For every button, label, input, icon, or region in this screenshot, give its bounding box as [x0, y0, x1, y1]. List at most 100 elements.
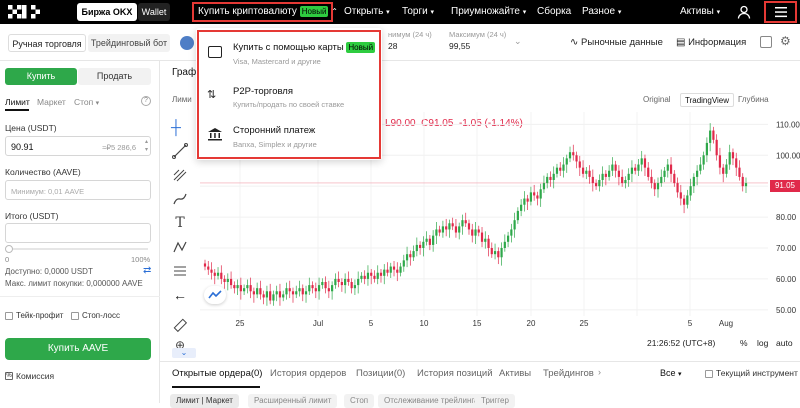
- y-tick-label: 60.00: [776, 275, 797, 284]
- candle-body: [399, 266, 402, 273]
- candle-body: [611, 164, 614, 171]
- candle-body: [278, 291, 282, 298]
- candle-body: [741, 176, 744, 187]
- candle-body: [282, 294, 285, 298]
- filter-all-label: Все: [660, 368, 676, 378]
- candle-body: [471, 229, 474, 236]
- chevron-down-icon: ▾: [678, 371, 682, 378]
- tab-trading-bots[interactable]: Трейдингов: [543, 368, 594, 379]
- candle-body: [536, 195, 539, 199]
- chip-stop[interactable]: Стоп: [344, 394, 375, 408]
- candle-body: [624, 180, 627, 184]
- tradingview-logo[interactable]: [204, 286, 226, 304]
- candle-body: [653, 183, 656, 190]
- candle-body: [233, 285, 236, 289]
- candle-body: [699, 164, 702, 171]
- candle-body: [301, 288, 304, 295]
- current-instrument-checkbox[interactable]: [705, 370, 713, 378]
- tab-position-history[interactable]: История позиций: [417, 368, 493, 379]
- candle-body: [614, 164, 617, 171]
- candle-body: [738, 167, 741, 177]
- candle-body: [223, 278, 226, 282]
- candle-body: [546, 176, 549, 184]
- candle-body: [559, 167, 562, 171]
- chip-trigger[interactable]: Триггер: [475, 394, 515, 408]
- candle-body: [539, 189, 542, 199]
- tab-assets[interactable]: Активы: [499, 368, 531, 379]
- candle-body: [572, 152, 575, 156]
- candle-body: [350, 282, 353, 289]
- active-tab-indicator: [172, 386, 260, 388]
- chip-trailing[interactable]: Отслеживание трейлинга: [378, 394, 485, 408]
- percent-scale-toggle[interactable]: %: [740, 338, 748, 348]
- candle-body: [265, 291, 269, 298]
- candle-body: [735, 158, 738, 168]
- orders-panel: Открытые ордера(0) История ордеров Позиц…: [160, 361, 800, 408]
- candle-body: [422, 241, 425, 248]
- candle-body: [291, 291, 295, 295]
- x-tick-label: 20: [527, 319, 536, 328]
- candle-body: [637, 164, 640, 171]
- candle-body: [386, 269, 389, 273]
- y-tick-label: 80.00: [776, 213, 797, 222]
- candle-body: [696, 170, 699, 177]
- x-tick-label: 5: [369, 319, 374, 328]
- tab-positions[interactable]: Позиции(0): [356, 368, 405, 379]
- candle-body: [578, 161, 581, 168]
- candle-body: [575, 155, 578, 162]
- candle-body: [340, 282, 343, 286]
- candle-body: [383, 269, 386, 276]
- candle-body: [415, 244, 418, 252]
- chevron-right-icon[interactable]: ›: [598, 367, 601, 377]
- candle-body: [731, 152, 735, 159]
- tab-open-orders[interactable]: Открытые ордера(0): [172, 368, 262, 379]
- candle-body: [715, 139, 718, 156]
- x-tick-label: Jul: [313, 319, 323, 328]
- candle-body: [526, 198, 529, 202]
- candle-body: [647, 167, 650, 177]
- candle-body: [252, 291, 255, 295]
- candle-body: [490, 248, 493, 255]
- candle-body: [220, 272, 223, 279]
- candle-body: [458, 226, 461, 233]
- x-tick-label: 5: [688, 319, 693, 328]
- tab-order-history[interactable]: История ордеров: [270, 368, 346, 379]
- candle-body: [520, 204, 523, 211]
- chip-advanced-limit[interactable]: Расширенный лимит: [248, 394, 338, 408]
- y-tick-label: 100.00: [776, 151, 800, 160]
- candle-body: [207, 266, 210, 270]
- y-tick-label: 110.00: [776, 120, 800, 129]
- candle-body: [324, 282, 327, 289]
- candle-body: [718, 155, 722, 168]
- candle-body: [357, 278, 360, 286]
- candle-body: [568, 152, 572, 159]
- auto-scale-toggle[interactable]: auto: [776, 338, 793, 348]
- chip-limit-market[interactable]: Лимит | Маркет: [170, 394, 239, 408]
- candle-body: [493, 251, 497, 255]
- candle-body: [298, 288, 301, 292]
- candle-body: [334, 278, 337, 286]
- candle-body: [370, 272, 373, 276]
- candle-body: [549, 176, 552, 180]
- candle-body: [474, 229, 477, 236]
- chart-clock: 21:26:52 (UTC+8): [647, 338, 716, 348]
- candle-body: [503, 241, 506, 248]
- candle-body: [552, 173, 555, 180]
- candle-body: [402, 260, 405, 267]
- candle-body: [409, 254, 412, 258]
- x-tick-label: 25: [580, 319, 589, 328]
- candle-body: [666, 164, 669, 171]
- candle-body: [640, 158, 643, 165]
- candle-body: [591, 176, 594, 184]
- candle-body: [366, 272, 370, 279]
- log-scale-toggle[interactable]: log: [757, 338, 768, 348]
- candle-body: [487, 238, 490, 248]
- candle-body: [686, 195, 689, 205]
- candle-body: [725, 164, 728, 174]
- candle-body: [389, 266, 392, 273]
- y-tick-label: 50.00: [776, 306, 797, 315]
- filter-all-dropdown[interactable]: Все ▾: [660, 368, 682, 378]
- candle-body: [689, 186, 692, 196]
- highlight-frame: [197, 30, 381, 159]
- candle-body: [477, 229, 480, 233]
